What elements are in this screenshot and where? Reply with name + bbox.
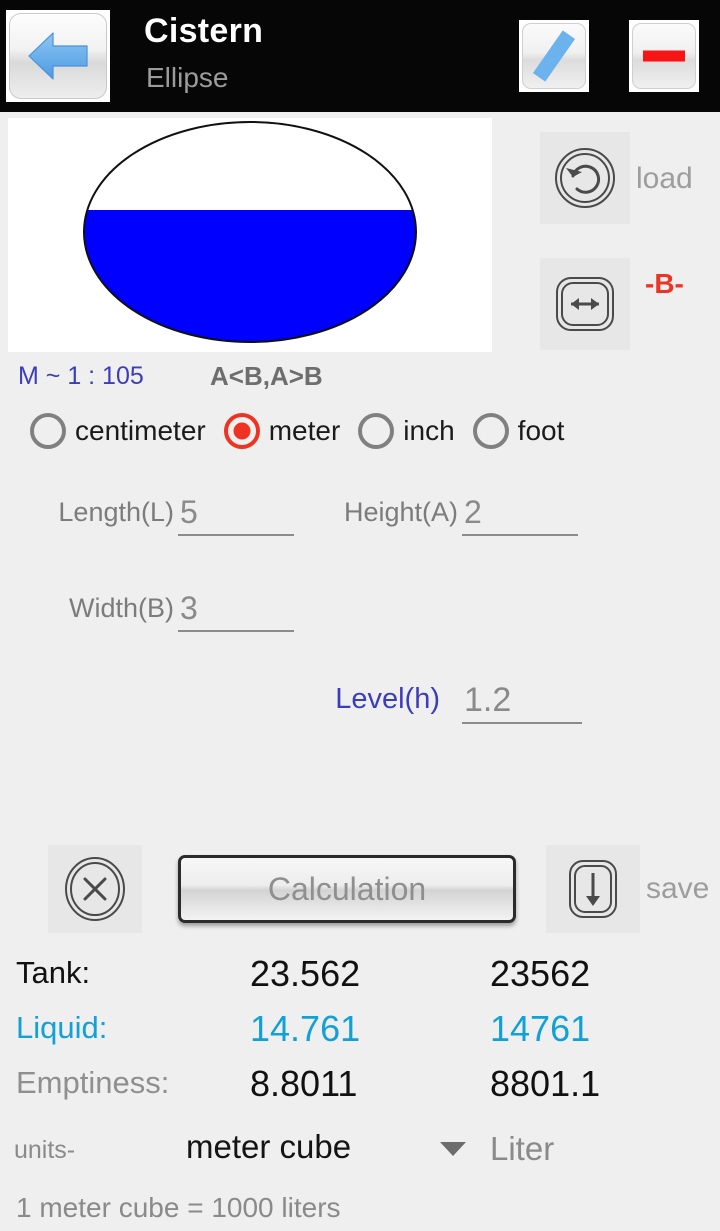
clear-x-icon [65, 857, 125, 921]
page-subtitle: Ellipse [146, 62, 229, 93]
clear-button[interactable] [48, 845, 142, 933]
radio-meter[interactable]: meter [223, 413, 341, 449]
length-label: Length(L) [58, 497, 174, 527]
minus-button[interactable] [629, 20, 699, 92]
result-value-primary: 8.8011 [250, 1063, 358, 1104]
secondary-unit-label: Liter [490, 1130, 555, 1167]
horizontal-resize-icon [556, 277, 614, 331]
level-input[interactable] [462, 680, 582, 724]
result-value-secondary: 14761 [490, 1008, 591, 1049]
radio-label: foot [517, 415, 565, 446]
unit-radio-group: centimeter meter inch foot [30, 408, 582, 454]
result-value-primary: 14.761 [250, 1008, 361, 1049]
radio-circle-icon [30, 413, 66, 449]
title-bar: Cistern Ellipse [0, 0, 720, 112]
radio-circle-icon [358, 413, 395, 449]
width-toggle-button[interactable] [540, 258, 630, 350]
page-title: Cistern [144, 12, 264, 50]
height-field-group: Height(A) [344, 492, 578, 536]
height-label: Height(A) [343, 497, 458, 527]
radio-foot[interactable]: foot [472, 413, 565, 449]
result-value-secondary: 23562 [490, 953, 591, 994]
width-input[interactable] [178, 588, 294, 632]
calculation-button[interactable]: Calculation [178, 855, 516, 923]
result-label: Liquid: [16, 1010, 108, 1045]
radio-circle-selected-icon [223, 413, 260, 449]
units-prefix-label: units- [14, 1136, 76, 1164]
length-field-group: Length(L) [58, 492, 294, 536]
level-label: Level(h) [335, 683, 440, 715]
unit-dropdown[interactable]: meter cube [186, 1128, 351, 1166]
load-label: load [636, 162, 693, 195]
result-row-tank: Tank: 23.562 23562 [0, 953, 720, 1009]
constraint-text: A<B,A>B [210, 361, 323, 391]
radio-label: meter [268, 415, 341, 446]
level-field-group: Level(h) [335, 680, 582, 724]
ellipse-tank-diagram [8, 118, 492, 352]
width-field-group: Width(B) [69, 588, 294, 632]
result-label: Tank: [16, 955, 91, 990]
save-label: save [646, 872, 710, 905]
edit-pencil-button[interactable] [519, 20, 589, 92]
width-marker-label: -B- [645, 268, 684, 299]
cistern-calculator-screen: Cistern Ellipse load -B- M ~ 1: 105 A<B… [0, 0, 720, 1231]
back-arrow-icon [28, 32, 88, 80]
reload-icon [555, 148, 615, 208]
result-row-emptiness: Emptiness: 8.8011 8801.1 [0, 1063, 720, 1119]
save-button[interactable] [546, 845, 640, 933]
tank-diagram-canvas [8, 118, 492, 352]
save-download-icon [569, 860, 617, 918]
load-button[interactable] [540, 132, 630, 224]
chevron-down-icon[interactable] [440, 1142, 466, 1156]
radio-label: centimeter [75, 415, 206, 446]
radio-inch[interactable]: inch [358, 413, 455, 449]
minus-icon [643, 50, 685, 62]
length-input[interactable] [178, 492, 294, 536]
back-button[interactable] [6, 10, 110, 102]
radio-label: inch [403, 415, 455, 446]
radio-centimeter[interactable]: centimeter [30, 413, 206, 449]
height-input[interactable] [462, 492, 578, 536]
result-value-secondary: 8801.1 [490, 1063, 601, 1104]
result-value-primary: 23.562 [250, 953, 361, 994]
pencil-icon [532, 30, 576, 82]
scale-text: M ~ 1 : 105 [18, 362, 144, 390]
result-label: Emptiness: [16, 1065, 170, 1100]
width-label: Width(B) [68, 593, 174, 623]
radio-circle-icon [472, 413, 509, 449]
conversion-note: 1 meter cube = 1000 liters [16, 1192, 341, 1223]
result-row-liquid: Liquid: 14.761 14761 [0, 1008, 720, 1064]
